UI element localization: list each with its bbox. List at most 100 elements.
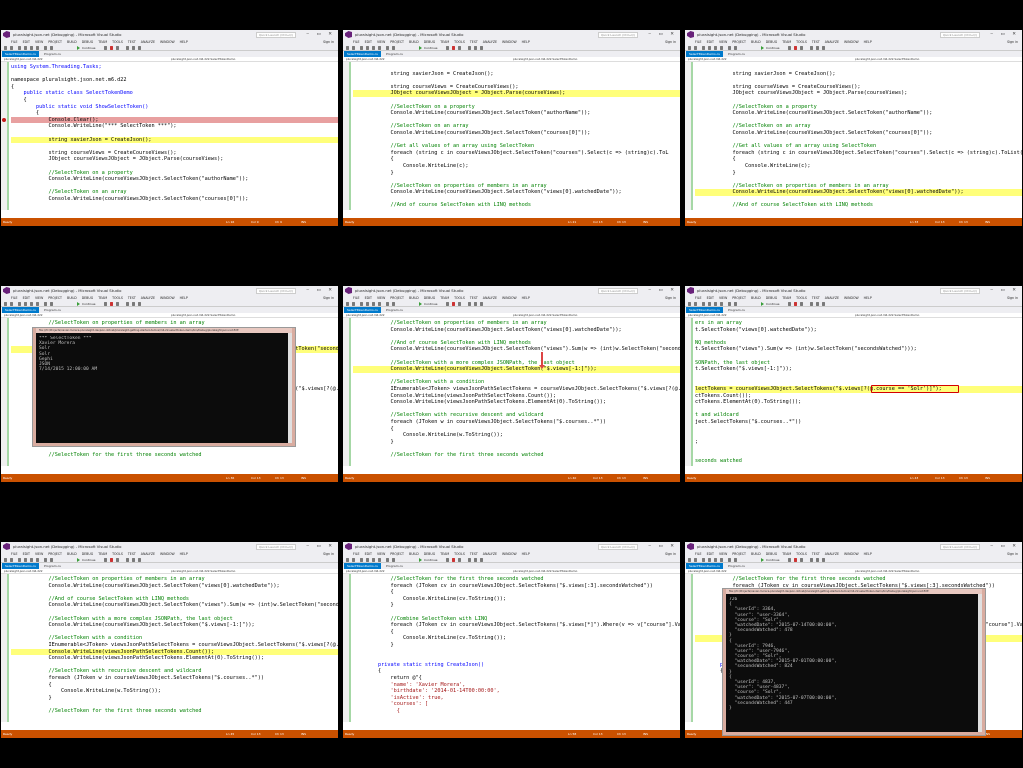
- restart-icon[interactable]: [458, 558, 462, 562]
- code-line[interactable]: Console.WriteLine(courseViewsJObject.Sel…: [11, 622, 338, 629]
- code-line[interactable]: //And of course SelectToken with LINQ me…: [353, 202, 680, 209]
- code-line[interactable]: return @"{: [353, 675, 680, 682]
- code-line[interactable]: }: [353, 439, 680, 446]
- menu-item-project[interactable]: PROJECT: [48, 40, 62, 44]
- stop-icon[interactable]: [794, 558, 798, 562]
- window-controls[interactable]: ‒ ▭ ✕: [306, 542, 335, 551]
- menu-item-edit[interactable]: EDIT: [23, 552, 30, 556]
- menu-item-build[interactable]: BUILD: [67, 296, 77, 300]
- code-line[interactable]: [695, 379, 1022, 386]
- code-line[interactable]: [695, 333, 1022, 340]
- code-line[interactable]: namespace pluralsight.json.net.m6.d22: [11, 77, 338, 84]
- code-line[interactable]: Console.WriteLine(cv.ToString());: [353, 635, 680, 642]
- step-into-icon[interactable]: [126, 46, 130, 50]
- code-line[interactable]: Console.WriteLine(courseViewsJObject.Sel…: [695, 130, 1022, 137]
- code-line[interactable]: [11, 629, 338, 636]
- stop-icon[interactable]: [794, 302, 798, 306]
- menu-item-test[interactable]: TEST: [128, 296, 136, 300]
- code-line[interactable]: Console.Clear();: [11, 116, 338, 124]
- menu-item-edit[interactable]: EDIT: [707, 40, 714, 44]
- code-line[interactable]: [11, 143, 338, 150]
- continue-icon[interactable]: [761, 46, 764, 50]
- menu-item-test[interactable]: TEST: [812, 40, 820, 44]
- new-project-icon[interactable]: [360, 46, 364, 50]
- code-line[interactable]: t.SelectToken("views[0].watchedDate"));: [695, 327, 1022, 334]
- code-line[interactable]: //And of course SelectToken with LINQ me…: [11, 596, 338, 603]
- step-into-icon[interactable]: [468, 558, 472, 562]
- new-project-icon[interactable]: [702, 558, 706, 562]
- menu-item-build[interactable]: BUILD: [751, 552, 761, 556]
- menu-item-analyze[interactable]: ANALYZE: [483, 552, 497, 556]
- code-line[interactable]: string xavierJson = CreateJson();: [11, 136, 338, 144]
- code-line[interactable]: }: [695, 170, 1022, 177]
- step-over-icon[interactable]: [132, 558, 136, 562]
- code-line[interactable]: [695, 432, 1022, 439]
- pause-icon[interactable]: [104, 46, 108, 50]
- step-over-icon[interactable]: [816, 46, 820, 50]
- redo-icon[interactable]: [734, 302, 738, 306]
- quick-launch-input[interactable]: Quick Launch (Ctrl+Q): [598, 31, 638, 38]
- back-icon[interactable]: [688, 302, 692, 306]
- menu-item-edit[interactable]: EDIT: [23, 40, 30, 44]
- back-icon[interactable]: [346, 46, 350, 50]
- code-line[interactable]: 'courses': [: [353, 701, 680, 708]
- menu-item-analyze[interactable]: ANALYZE: [483, 296, 497, 300]
- code-line[interactable]: t.SelectToken("$.views[-1:]"));: [695, 366, 1022, 373]
- code-line[interactable]: 'birthdate': '2014-01-14T00:00:00',: [353, 688, 680, 695]
- code-line[interactable]: Console.WriteLine(c);: [353, 163, 680, 170]
- code-text[interactable]: string xavierJson = CreateJson(); string…: [695, 64, 1022, 209]
- back-icon[interactable]: [346, 302, 350, 306]
- code-line[interactable]: {: [353, 668, 680, 675]
- code-line[interactable]: 'isActive': true,: [353, 695, 680, 702]
- code-line[interactable]: Console.WriteLine(courseViewsJObject.Sel…: [695, 110, 1022, 117]
- quick-launch-input[interactable]: Quick Launch (Ctrl+Q): [256, 287, 296, 294]
- menu-item-file[interactable]: FILE: [695, 40, 702, 44]
- save-all-icon[interactable]: [36, 302, 40, 306]
- pause-icon[interactable]: [446, 558, 450, 562]
- quick-launch-input[interactable]: Quick Launch (Ctrl+Q): [256, 543, 296, 550]
- continue-icon[interactable]: [77, 302, 80, 306]
- step-into-icon[interactable]: [126, 558, 130, 562]
- code-line[interactable]: t and wildcard: [695, 412, 1022, 419]
- menu-item-tools[interactable]: TOOLS: [796, 40, 807, 44]
- code-line[interactable]: Console.WriteLine(courseViewsJObject.Sel…: [353, 189, 680, 196]
- menu-item-test[interactable]: TEST: [470, 296, 478, 300]
- step-over-icon[interactable]: [474, 302, 478, 306]
- redo-icon[interactable]: [734, 46, 738, 50]
- stop-icon[interactable]: [110, 302, 114, 306]
- code-line[interactable]: {: [11, 682, 338, 689]
- code-text[interactable]: //SelectToken for the first three second…: [353, 576, 680, 714]
- menu-item-view[interactable]: VIEW: [35, 552, 43, 556]
- menu-item-view[interactable]: VIEW: [35, 296, 43, 300]
- code-line[interactable]: //SelectToken on properties of members i…: [353, 183, 680, 190]
- menu-item-project[interactable]: PROJECT: [390, 552, 404, 556]
- menu-item-window[interactable]: WINDOW: [844, 296, 859, 300]
- code-line[interactable]: lectTokens = courseViewsJObject.SelectTo…: [695, 385, 1022, 393]
- code-line[interactable]: [695, 64, 1022, 71]
- code-line[interactable]: //SelectToken with a condition: [11, 635, 338, 642]
- menu-item-debug[interactable]: DEBUG: [424, 296, 435, 300]
- code-line[interactable]: Console.WriteLine(viewsJsonPathSelectTok…: [353, 399, 680, 406]
- back-icon[interactable]: [4, 558, 8, 562]
- menu-item-window[interactable]: WINDOW: [160, 552, 175, 556]
- menu-item-file[interactable]: FILE: [11, 552, 18, 556]
- step-over-icon[interactable]: [474, 46, 478, 50]
- code-line[interactable]: {: [11, 84, 338, 91]
- pause-icon[interactable]: [446, 46, 450, 50]
- redo-icon[interactable]: [50, 46, 54, 50]
- menu-item-test[interactable]: TEST: [812, 296, 820, 300]
- code-line[interactable]: ;: [695, 439, 1022, 446]
- code-line[interactable]: foreach (JToken w in courseViewsJObject.…: [11, 675, 338, 682]
- menu-item-view[interactable]: VIEW: [719, 40, 727, 44]
- code-line[interactable]: string courseViews = CreateCourseViews()…: [353, 84, 680, 91]
- menu-item-help[interactable]: HELP: [864, 40, 872, 44]
- back-icon[interactable]: [4, 302, 8, 306]
- back-icon[interactable]: [688, 46, 692, 50]
- code-line[interactable]: [353, 655, 680, 662]
- step-out-icon[interactable]: [480, 46, 484, 50]
- code-editor[interactable]: //SelectToken on properties of members i…: [1, 574, 338, 722]
- menu-item-test[interactable]: TEST: [470, 552, 478, 556]
- code-line[interactable]: Console.WriteLine(cv.ToString());: [353, 596, 680, 603]
- code-line[interactable]: [353, 353, 680, 360]
- code-line[interactable]: //SelectToken on a property: [695, 104, 1022, 111]
